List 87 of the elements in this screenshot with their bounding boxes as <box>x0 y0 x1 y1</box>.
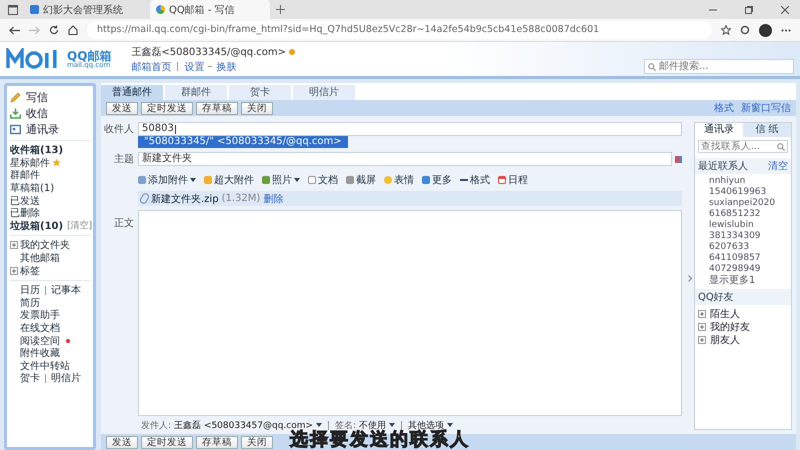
sidebar-action[interactable]: 写信 <box>26 90 48 104</box>
logo-text: QQ邮箱 <box>67 50 112 62</box>
toolbar-item[interactable]: 更多 <box>432 173 452 187</box>
app-link[interactable]: 明信片 <box>51 371 81 386</box>
contact-item[interactable]: nnhiyun <box>695 176 791 187</box>
compose-button[interactable]: 关闭 <box>241 102 273 114</box>
sidebar-action[interactable]: 通讯录 <box>26 122 59 136</box>
toolbar-item[interactable]: 照片 <box>272 173 292 187</box>
contact-item[interactable]: suxianpei2020 <box>695 198 791 209</box>
suggestion-item[interactable]: "508033345/" <508033345/@qq.com> <box>138 136 348 148</box>
folder-link[interactable]: 群邮件 <box>10 168 40 182</box>
header-link[interactable]: 邮箱首页 <box>131 60 172 74</box>
video-subtitle: 选择要发送的联系人 <box>290 430 470 450</box>
section-title: 最近联系人 <box>698 160 748 173</box>
field-label: 主题 <box>113 152 135 166</box>
contact-group[interactable]: 陌生人 <box>710 306 740 320</box>
attachment-size: (1.32M) <box>222 193 260 204</box>
toolbar-item[interactable]: 文档 <box>318 173 338 187</box>
folder-link[interactable]: 已发送 <box>10 194 40 208</box>
toolbar-item[interactable]: 添加附件 <box>148 173 188 187</box>
contact-item[interactable]: 616851232 <box>695 209 791 220</box>
delete-link[interactable]: 删除 <box>263 192 284 206</box>
footer-label: 发件人: <box>141 420 172 432</box>
panel-tab[interactable]: 信 纸 <box>743 123 791 137</box>
empty-link[interactable]: [清空] <box>67 219 92 232</box>
toolbar-item[interactable]: 表情 <box>394 173 414 187</box>
folder-link[interactable]: 收件箱(13) <box>10 143 64 158</box>
compose-tab[interactable]: 群邮件 <box>165 85 227 100</box>
app-link[interactable]: 日历 <box>20 283 40 298</box>
app-link[interactable]: 阅读空间 <box>20 334 60 348</box>
compose-tab[interactable]: 普通邮件 <box>101 85 163 100</box>
field-label: 收件人 <box>103 123 135 136</box>
compose-button[interactable]: 发送 <box>106 102 138 114</box>
section-title: QQ好友 <box>698 291 734 304</box>
compose-link[interactable]: 格式 <box>714 101 734 115</box>
folder-link[interactable]: 标签 <box>20 264 40 278</box>
compose-button[interactable]: 存草稿 <box>196 436 238 448</box>
address-bar[interactable]: https://mail.qq.com/cgi-bin/frame_html?sid=Hq_Q7hd5U8ez5Vc28r~14a2fe54b9c5cb41e588c0087dc601 <box>87 21 712 39</box>
app-link[interactable]: 贺卡 <box>20 371 40 386</box>
compose-button[interactable]: 定时发送 <box>141 436 193 448</box>
show-more-link[interactable]: 显示更多1 <box>695 275 791 287</box>
field-label: 正文 <box>113 216 135 230</box>
app-link[interactable]: 在线文档 <box>20 321 60 336</box>
attachment-name: 新建文件夹.zip <box>151 192 219 206</box>
contact-item[interactable]: lewislubin <box>695 220 791 231</box>
footer-select[interactable]: 不使用 <box>359 418 386 432</box>
compose-button[interactable]: 存草稿 <box>196 102 238 114</box>
clear-link[interactable]: 清空 <box>768 159 788 173</box>
folder-link[interactable]: 已删除 <box>10 206 40 220</box>
toolbar-item[interactable]: 超大附件 <box>214 173 254 187</box>
sidebar-action[interactable]: 收信 <box>26 106 48 120</box>
contact-search-field[interactable]: 查找联系人... <box>698 140 788 153</box>
app-link[interactable]: 简历 <box>20 296 40 310</box>
contact-group[interactable]: 朋友人 <box>710 332 740 346</box>
browser-tab[interactable]: QQ邮箱 - 写信 <box>150 0 270 19</box>
app-link[interactable]: 附件收藏 <box>20 346 60 360</box>
compose-button[interactable]: 发送 <box>106 436 138 448</box>
folder-link[interactable]: 我的文件夹 <box>20 238 70 252</box>
contact-item[interactable]: 407298949 <box>695 264 791 275</box>
contact-item[interactable]: 381334309 <box>695 231 791 242</box>
compose-button[interactable]: 定时发送 <box>141 102 193 114</box>
folder-link[interactable]: 草稿箱(1) <box>10 181 54 196</box>
toolbar-item[interactable]: 格式 <box>470 173 490 187</box>
toolbar-item[interactable]: 日程 <box>508 173 528 187</box>
app-link[interactable]: 记事本 <box>51 283 81 298</box>
compose-button[interactable]: 关闭 <box>241 436 273 448</box>
compose-link[interactable]: 新窗口写信 <box>741 101 791 115</box>
user-name: 王鑫磊<508033345/@qq.com> <box>131 46 286 58</box>
subject-field[interactable]: 新建文件夹 <box>138 152 672 166</box>
compose-tab[interactable]: 明信片 <box>293 85 355 100</box>
footer-label: 签名: <box>335 420 356 430</box>
folder-link[interactable]: 垃圾箱(10) <box>10 218 64 233</box>
compose-tab[interactable]: 贺卡 <box>229 85 291 100</box>
contact-group[interactable]: 我的好友 <box>710 320 750 334</box>
folder-link[interactable]: 星标邮件 <box>10 156 50 170</box>
app-link[interactable]: 发票助手 <box>20 308 60 322</box>
contact-item[interactable]: 1540619963 <box>695 187 791 198</box>
contact-item[interactable]: 6207633 <box>695 242 791 253</box>
contact-item[interactable]: 641109857 <box>695 253 791 264</box>
folder-link[interactable]: 其他邮箱 <box>20 251 60 266</box>
toolbar-item[interactable]: 截屏 <box>356 173 376 187</box>
header-link[interactable]: 换肤 <box>216 60 236 74</box>
mail-search-field[interactable]: 邮件搜索... <box>644 58 794 74</box>
footer-select[interactable]: 王鑫磊 <508033457@qq.com> <box>174 418 314 432</box>
header-link[interactable]: 设置 <box>184 60 204 74</box>
recipient-field[interactable]: 50803 <box>138 122 682 136</box>
app-link[interactable]: 文件中转站 <box>20 358 70 373</box>
